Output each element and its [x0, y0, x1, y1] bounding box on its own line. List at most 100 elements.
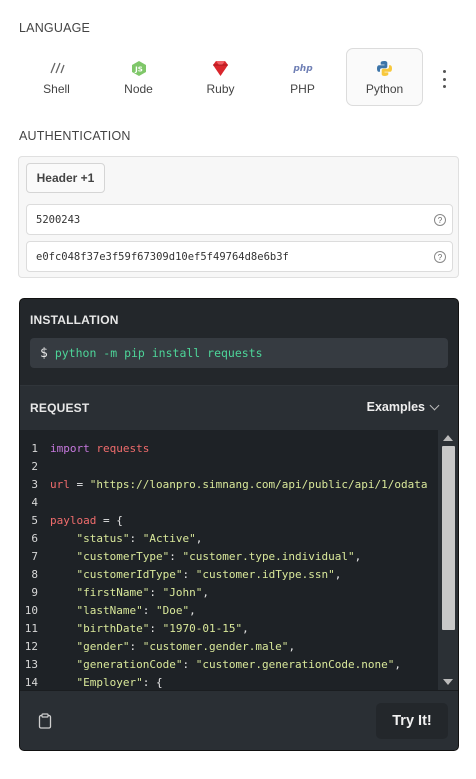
code-text: "customerIdType": "customer.idType.ssn", — [50, 567, 342, 581]
lang-option-ruby[interactable]: Ruby — [182, 48, 259, 106]
code-footer: Try It! — [20, 690, 458, 750]
auth-password-field[interactable]: e0fc048f37e3f59f67309d10ef5f49764d8e6b3f… — [26, 241, 453, 272]
code-token: "lastName" — [76, 603, 143, 617]
code-token: : — [142, 603, 156, 617]
lang-option-python[interactable]: Python — [346, 48, 423, 106]
code-line: 14 "Employer": { — [20, 673, 438, 690]
code-line: 2 — [20, 457, 438, 475]
code-token: import — [50, 441, 90, 455]
lang-option-label: PHP — [290, 82, 315, 96]
node-icon: JS — [129, 59, 149, 77]
try-it-button[interactable]: Try It! — [376, 703, 448, 739]
help-icon[interactable]: ? — [434, 214, 446, 226]
svg-text:JS: JS — [134, 65, 143, 73]
code-block[interactable]: 1 import requests 2 3 url = "https://loanpro… — [20, 430, 438, 690]
examples-dropdown[interactable]: Examples — [367, 400, 440, 414]
language-label: LANGUAGE — [19, 21, 91, 35]
code-token: , — [394, 657, 402, 671]
code-token: : — [169, 549, 183, 563]
auth-header-tab[interactable]: Header +1 — [26, 163, 105, 193]
code-token: , — [288, 639, 296, 653]
auth-username-value: 5200243 — [36, 213, 81, 226]
line-number: 1 — [31, 441, 38, 455]
python-icon — [375, 59, 395, 77]
scroll-down-icon[interactable] — [443, 679, 453, 685]
code-token: , — [242, 621, 249, 635]
code-line: 4 — [20, 493, 438, 511]
code-token: "customer.gender.male" — [142, 639, 289, 653]
lang-option-shell[interactable]: Shell — [18, 48, 95, 106]
auth-username-field[interactable]: 5200243 ? — [26, 204, 453, 235]
install-command-text: python -m pip install requests — [54, 346, 263, 360]
scroll-thumb[interactable] — [442, 446, 455, 630]
code-token: "John" — [162, 585, 203, 599]
code-token: : — [149, 585, 163, 599]
code-text: payload = { — [50, 514, 123, 527]
code-line: 5 payload = { — [20, 511, 438, 529]
code-line: 12 "gender": "customer.gender.male", — [20, 637, 438, 655]
code-token: payload — [50, 513, 97, 527]
code-token: : — [182, 567, 196, 581]
clipboard-icon[interactable] — [38, 713, 52, 729]
code-token: "firstName" — [76, 585, 150, 599]
code-line: 13 "generationCode": "customer.generatio… — [20, 655, 438, 673]
authentication-label: AUTHENTICATION — [19, 129, 131, 143]
shell-icon — [47, 59, 67, 77]
help-icon[interactable]: ? — [434, 251, 446, 263]
line-number: 7 — [31, 549, 38, 563]
code-token: "customerType" — [76, 549, 170, 563]
more-vertical-icon[interactable] — [438, 70, 450, 88]
line-number: 6 — [31, 531, 38, 545]
authentication-panel: Header +1 5200243 ? e0fc048f37e3f59f6730… — [18, 156, 459, 278]
code-token: "Employer" — [76, 675, 143, 689]
scroll-up-icon[interactable] — [443, 435, 453, 441]
code-token: , — [202, 585, 209, 599]
code-token: "status" — [76, 531, 130, 545]
line-number: 4 — [31, 495, 38, 509]
language-selector: Shell JS Node Ruby php PHP Python — [18, 48, 458, 106]
code-text: "status": "Active", — [50, 531, 203, 545]
code-line: 6 "status": "Active", — [20, 529, 438, 547]
code-token: : — [149, 621, 163, 635]
code-text: "customerType": "customer.type.individua… — [50, 549, 362, 563]
code-token: "1970-01-15" — [162, 621, 243, 635]
code-token: , — [195, 531, 203, 545]
code-token: = — [69, 477, 90, 491]
code-token: "gender" — [76, 639, 130, 653]
code-scrollbar[interactable] — [438, 430, 458, 690]
code-line: 7 "customerType": "customer.type.individ… — [20, 547, 438, 565]
code-token: = { — [96, 513, 123, 527]
code-text: "generationCode": "customer.generationCo… — [50, 657, 402, 671]
code-token: url — [50, 477, 70, 491]
install-command[interactable]: $ python -m pip install requests — [30, 338, 448, 368]
code-token: "birthDate" — [76, 621, 150, 635]
line-number: 13 — [24, 657, 38, 671]
code-line: 10 "lastName": "Doe", — [20, 601, 438, 619]
code-token: "Doe" — [155, 603, 190, 617]
lang-option-label: Node — [124, 82, 153, 96]
lang-option-node[interactable]: JS Node — [100, 48, 177, 106]
auth-password-value: e0fc048f37e3f59f67309d10ef5f49764d8e6b3f — [36, 250, 289, 263]
code-text: "firstName": "John", — [50, 586, 209, 599]
code-token: "customer.type.individual" — [182, 549, 355, 563]
code-line: 11 "birthDate": "1970-01-15", — [20, 619, 438, 637]
lang-option-label: Shell — [43, 82, 70, 96]
svg-text:php: php — [293, 64, 313, 74]
lang-option-label: Python — [365, 82, 404, 96]
line-number: 5 — [31, 513, 38, 527]
code-line: 8 "customerIdType": "customer.idType.ssn… — [20, 565, 438, 583]
lang-option-php[interactable]: php PHP — [264, 48, 341, 106]
code-token: , — [354, 549, 362, 563]
code-token: "https://loanpro.simnang.com/api/public/… — [89, 477, 428, 491]
code-token: "customerIdType" — [76, 567, 183, 581]
code-text: import requests — [50, 442, 149, 455]
